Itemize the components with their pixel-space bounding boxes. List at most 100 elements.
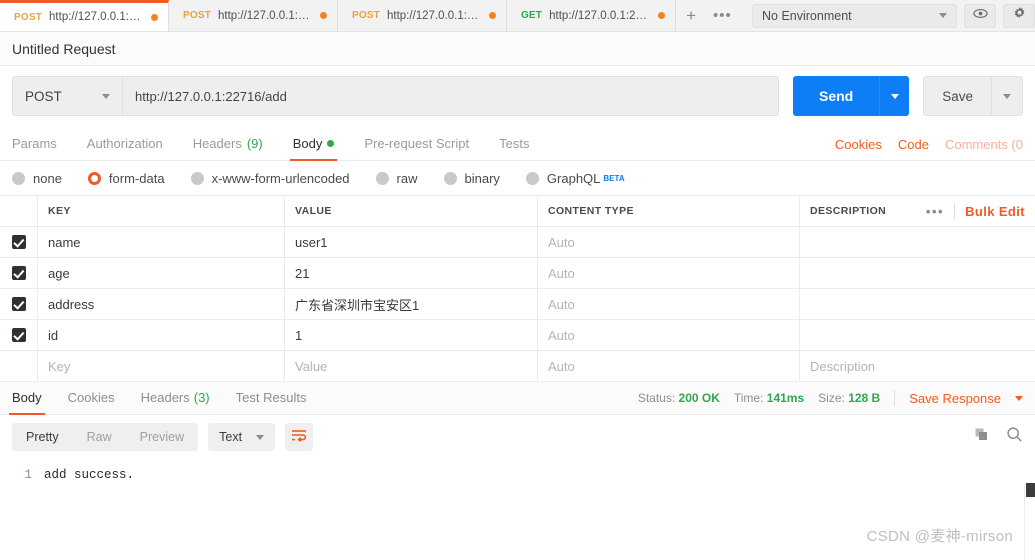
view-mode-preview[interactable]: Preview	[126, 423, 198, 451]
save-response-chevron-down-icon[interactable]	[1015, 395, 1023, 401]
save-options-button[interactable]	[991, 76, 1023, 116]
row-description-input[interactable]	[800, 227, 1035, 257]
tab-authorization[interactable]: Authorization	[87, 136, 163, 160]
row-checkbox-cell	[0, 258, 38, 288]
unsaved-dot-icon	[657, 12, 665, 19]
unsaved-dot-icon	[488, 12, 496, 19]
search-icon	[1006, 427, 1023, 447]
row-checkbox[interactable]	[11, 297, 26, 311]
tab-params-label: Params	[12, 136, 57, 151]
request-name-bar: Untitled Request	[0, 32, 1035, 66]
table-row: name user1 Auto	[0, 227, 1035, 258]
new-row-content-type-input[interactable]: Auto	[538, 351, 800, 381]
environment-quick-look-button[interactable]	[964, 3, 996, 28]
response-tab-cookies[interactable]: Cookies	[68, 390, 115, 414]
scrollbar-thumb[interactable]	[1026, 483, 1035, 497]
row-checkbox[interactable]	[11, 235, 26, 249]
row-content-type-input[interactable]: Auto	[538, 258, 800, 288]
view-mode-raw[interactable]: Raw	[73, 423, 126, 451]
tab-tests-label: Tests	[499, 136, 530, 151]
row-description-input[interactable]	[800, 320, 1035, 350]
http-method-label: POST	[25, 88, 62, 104]
row-key-input[interactable]: age	[38, 258, 285, 288]
environment-select[interactable]: No Environment	[752, 3, 957, 28]
settings-button[interactable]	[1003, 3, 1035, 28]
body-type-radio-group: none form-data x-www-form-urlencoded raw…	[0, 161, 1035, 195]
row-description-input[interactable]	[800, 258, 1035, 288]
postman-window: POST http://127.0.0.1:227... POST http:/…	[0, 0, 1035, 560]
body-type-form-data[interactable]: form-data	[87, 171, 165, 186]
save-response-button[interactable]: Save Response	[909, 391, 1001, 406]
row-key-input[interactable]: address	[38, 289, 285, 319]
row-value-input[interactable]: user1	[285, 227, 538, 257]
body-type-none[interactable]: none	[12, 171, 62, 186]
request-tab-1[interactable]: POST http://127.0.0.1:227...	[0, 0, 169, 31]
new-row-description-input[interactable]: Description	[800, 351, 1035, 381]
row-key-input[interactable]: name	[38, 227, 285, 257]
tab-params[interactable]: Params	[12, 136, 57, 160]
status-label: Status:	[637, 391, 676, 405]
row-value-input[interactable]: 广东省深圳市宝安区1	[285, 289, 538, 319]
view-mode-pretty[interactable]: Pretty	[12, 423, 73, 451]
chevron-down-icon	[939, 13, 947, 18]
request-tab-3[interactable]: POST http://127.0.0.1:227...	[337, 0, 507, 31]
response-body-toolbar: Pretty Raw Preview Text	[0, 415, 1035, 459]
new-tab-button[interactable]: +	[675, 0, 707, 31]
row-description-input[interactable]	[800, 289, 1035, 319]
search-button[interactable]	[1006, 426, 1023, 448]
copy-button[interactable]	[974, 427, 990, 448]
new-row-key-input[interactable]: Key	[38, 351, 285, 381]
tab-pre-request-script[interactable]: Pre-request Script	[364, 136, 469, 160]
word-wrap-button[interactable]	[285, 423, 314, 451]
tab-body[interactable]: Body	[289, 136, 337, 161]
row-checkbox[interactable]	[11, 328, 26, 342]
body-type-binary[interactable]: binary	[443, 171, 500, 186]
send-options-button[interactable]	[879, 76, 910, 116]
row-checkbox[interactable]	[11, 266, 26, 280]
row-value-input[interactable]: 1	[285, 320, 538, 350]
new-row-value-input[interactable]: Value	[285, 351, 538, 381]
response-tab-test-results[interactable]: Test Results	[236, 390, 307, 414]
tab-headers[interactable]: Headers (9)	[193, 136, 263, 160]
url-input[interactable]: http://127.0.0.1:22716/add	[122, 76, 779, 116]
response-tab-headers[interactable]: Headers (3)	[141, 390, 210, 414]
save-button[interactable]: Save	[923, 76, 991, 116]
comments-link[interactable]: Comments (0	[945, 137, 1023, 152]
body-type-x-www-form-urlencoded[interactable]: x-www-form-urlencoded	[190, 171, 350, 186]
body-type-raw[interactable]: raw	[375, 171, 418, 186]
status-badge: 200 OK	[678, 391, 720, 405]
chevron-down-icon	[256, 434, 265, 440]
tab-options-button[interactable]: •••	[706, 0, 738, 31]
row-content-type-input[interactable]: Auto	[538, 289, 800, 319]
unsaved-dot-icon	[150, 13, 158, 21]
chevron-down-icon	[1003, 93, 1011, 99]
row-content-type-input[interactable]: Auto	[538, 320, 800, 350]
chevron-down-icon	[890, 93, 899, 99]
response-format-select[interactable]: Text	[208, 423, 276, 451]
code-link[interactable]: Code	[898, 137, 929, 152]
row-value-input[interactable]: 21	[285, 258, 538, 288]
send-button-group: Send	[792, 76, 910, 116]
divider	[894, 390, 896, 406]
cookies-link[interactable]: Cookies	[835, 137, 882, 152]
url-bar: POST http://127.0.0.1:22716/add Send Sav…	[0, 66, 1035, 128]
row-content-type-input[interactable]: Auto	[538, 227, 800, 257]
request-tab-4[interactable]: GET http://127.0.0.1:2271...	[506, 0, 676, 31]
bulk-edit-button[interactable]: Bulk Edit	[965, 204, 1025, 219]
row-key-input[interactable]: id	[38, 320, 285, 350]
request-tab-2[interactable]: POST http://127.0.0.1:227...	[168, 0, 338, 31]
tab-tests[interactable]: Tests	[499, 136, 529, 160]
code-line: 1 add success.	[0, 468, 1035, 482]
response-tab-body[interactable]: Body	[9, 390, 45, 415]
table-options-button[interactable]: •••	[926, 204, 944, 219]
body-present-dot-icon	[327, 140, 335, 147]
response-view-mode-group: Pretty Raw Preview	[12, 423, 199, 451]
radio-icon	[190, 171, 204, 185]
send-button[interactable]: Send	[792, 76, 880, 116]
body-type-graphql[interactable]: GraphQL BETA	[525, 171, 625, 186]
column-header-content-type: CONTENT TYPE	[538, 196, 800, 226]
response-body-viewer[interactable]: 1 add success.	[0, 459, 1035, 521]
http-method-select[interactable]: POST	[12, 76, 122, 116]
tab-headers-label: Headers	[192, 136, 242, 151]
response-vertical-scrollbar[interactable]	[1024, 483, 1035, 560]
